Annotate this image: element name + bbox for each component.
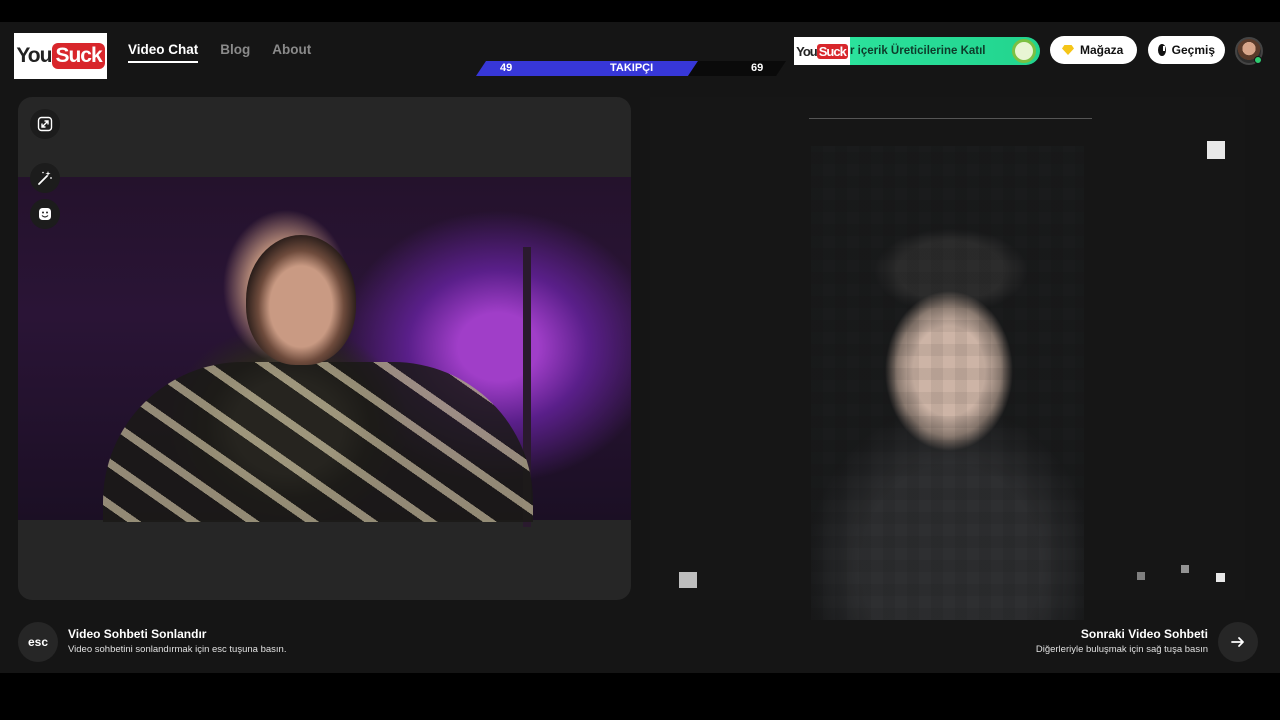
promo-logo-suck: Suck (816, 43, 848, 59)
clock-icon (1158, 44, 1166, 56)
pixel-artifact (1216, 573, 1225, 582)
follower-bar: 49 TAKIPÇI 69 (476, 61, 786, 76)
follower-bar-right-fill (688, 61, 786, 76)
creator-promo-banner[interactable]: You Suck r içerik Üreticilerine Katıl (794, 37, 1040, 65)
pixel-artifact (679, 572, 697, 588)
expand-button[interactable] (30, 109, 60, 139)
end-chat-button[interactable]: esc (18, 622, 58, 662)
effects-button[interactable] (30, 163, 60, 193)
pixel-artifact (1207, 141, 1225, 159)
next-chat-title: Sonraki Video Sohbeti (1080, 627, 1208, 641)
stranger-camera-feed (811, 146, 1084, 620)
end-chat-hint: Video sohbetini sonlandırmak için esc tu… (68, 644, 287, 655)
history-button[interactable]: Geçmiş (1148, 36, 1225, 64)
store-button[interactable]: Mağaza (1050, 36, 1137, 64)
history-button-label: Geçmiş (1171, 43, 1215, 57)
yousuck-logo[interactable]: You Suck (14, 33, 107, 79)
panel-divider (809, 118, 1092, 119)
promo-badge-icon (1012, 39, 1036, 63)
pixel-artifact (1181, 565, 1189, 573)
logo-suck-text: Suck (52, 43, 105, 69)
promo-logo: You Suck (794, 37, 850, 65)
follower-count-right: 69 (751, 62, 764, 74)
online-status-dot (1254, 56, 1262, 64)
promo-logo-you: You (796, 43, 818, 59)
follower-label: TAKIPÇI (610, 62, 654, 74)
self-person-head (246, 235, 356, 365)
store-button-label: Mağaza (1080, 43, 1124, 57)
app-window: You Suck Video Chat Blog About 49 TAKIPÇ… (0, 22, 1280, 673)
next-chat-hint: Diğerleriyle buluşmak için sağ tuşa bası… (1035, 644, 1208, 655)
arrow-right-icon (1231, 637, 1244, 647)
user-avatar[interactable] (1235, 37, 1263, 65)
self-person-body (103, 362, 533, 522)
nav-video-chat[interactable]: Video Chat (128, 42, 199, 63)
gem-icon (1062, 45, 1074, 55)
nav-blog[interactable]: Blog (220, 42, 250, 63)
next-chat-button[interactable] (1218, 622, 1258, 662)
main-nav: Video Chat Blog About (128, 42, 311, 63)
emoji-button[interactable] (30, 199, 60, 229)
expand-icon (37, 116, 53, 132)
pixel-artifact (1137, 572, 1145, 580)
magic-wand-icon (38, 171, 52, 185)
promo-text: r içerik Üreticilerine Katıl (850, 45, 986, 57)
self-camera-feed (18, 177, 631, 527)
logo-you-text: You (16, 44, 52, 67)
emoji-icon (39, 208, 51, 220)
follower-count-left: 49 (500, 62, 513, 74)
pixelation-overlay (811, 146, 1084, 620)
nav-about[interactable]: About (272, 42, 311, 63)
end-chat-title: Video Sohbeti Sonlandır (68, 627, 207, 641)
self-video-panel (18, 97, 631, 600)
